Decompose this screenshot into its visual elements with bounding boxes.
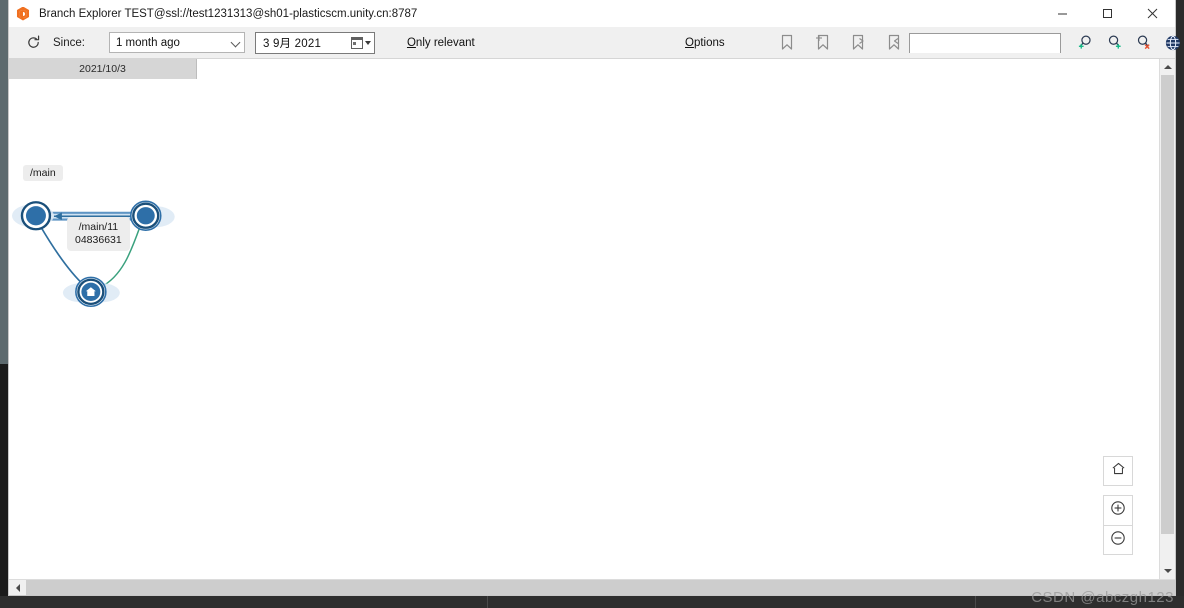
zoom-out-button[interactable] (1103, 525, 1133, 555)
branch-name-label[interactable]: /main (23, 165, 63, 181)
branch-graph-canvas[interactable]: 2021/10/3 /main /main/11 04836631 (9, 59, 1159, 579)
only-relevant-mnemonic: O (406, 36, 416, 49)
since-date-value: 3 9月 2021 (262, 37, 322, 50)
search-input[interactable] (910, 34, 1060, 53)
desktop-divider-1 (487, 596, 488, 608)
desktop-divider-2 (975, 596, 976, 608)
zoom-in-button[interactable] (1103, 495, 1133, 525)
globe-icon[interactable] (1161, 30, 1184, 56)
zoom-controls (1103, 456, 1133, 555)
zoom-reset-home-button[interactable] (1103, 456, 1133, 486)
minus-circle-icon (1110, 530, 1126, 551)
since-range-value: 1 month ago (115, 36, 180, 49)
only-relevant-rest: nly relevant (415, 36, 475, 49)
scroll-down-button[interactable] (1160, 563, 1175, 579)
bookmark-next-icon[interactable] (841, 30, 877, 56)
date-dropdown-caret-icon[interactable] (364, 40, 371, 45)
screen: Branch Explorer TEST@ssl://test1231313@s… (0, 0, 1184, 608)
bookmark-add-icon[interactable] (805, 30, 841, 56)
window-controls (1040, 0, 1175, 27)
changeset-node-right (129, 200, 162, 231)
branch-explorer-window: Branch Explorer TEST@ssl://test1231313@s… (8, 0, 1181, 596)
options-button[interactable]: Options (685, 37, 725, 49)
chevron-up-icon (1163, 65, 1172, 69)
horizontal-scrollbar[interactable] (9, 579, 1175, 595)
changeset-node-left (20, 201, 52, 231)
chevron-left-icon (15, 583, 20, 592)
vertical-scroll-track[interactable] (1160, 75, 1175, 563)
workspace-node-bottom (75, 276, 107, 308)
zoom-in-search-icon[interactable] (1071, 30, 1100, 56)
bookmark-prev-icon[interactable] (877, 30, 913, 56)
search-input-wrapper[interactable] (909, 32, 1061, 53)
bookmark-button-group (769, 30, 913, 56)
search-action-group (1071, 30, 1158, 56)
home-icon (1111, 461, 1126, 481)
window-title: Branch Explorer TEST@ssl://test1231313@s… (39, 7, 418, 20)
minimize-button[interactable] (1040, 0, 1085, 27)
desktop-bottom-strip (0, 596, 1184, 608)
bookmark-icon[interactable] (769, 30, 805, 56)
title-bar: Branch Explorer TEST@ssl://test1231313@s… (9, 0, 1175, 27)
date-header-filler (197, 59, 1159, 79)
scroll-left-button[interactable] (9, 580, 26, 595)
only-relevant-checkbox-label[interactable]: Only relevant (407, 37, 475, 49)
scroll-up-button[interactable] (1160, 59, 1175, 75)
toolbar: Since: 1 month ago 3 9月 2021 Only releva… (9, 27, 1181, 59)
plus-circle-icon (1110, 500, 1126, 521)
options-mnemonic: O (685, 36, 694, 49)
maximize-button[interactable] (1085, 0, 1130, 27)
changeset-id-line: 04836631 (75, 234, 122, 246)
since-range-combo[interactable]: 1 month ago (108, 32, 245, 53)
explorer-body: 2021/10/3 /main /main/11 04836631 (9, 59, 1175, 579)
options-rest: ptions (693, 36, 725, 49)
chevron-down-icon (1163, 569, 1172, 573)
desktop-right-strip (1176, 0, 1184, 608)
vertical-scroll-thumb[interactable] (1161, 75, 1174, 534)
chevron-down-icon (231, 38, 240, 47)
plastic-scm-icon (15, 6, 31, 22)
vertical-scrollbar[interactable] (1159, 59, 1175, 579)
desktop-left-dark-strip (0, 364, 8, 608)
clear-search-icon[interactable] (1129, 30, 1158, 56)
changeset-info-label[interactable]: /main/11 04836631 (67, 217, 130, 251)
close-button[interactable] (1130, 0, 1175, 27)
since-label: Since: (53, 36, 85, 49)
date-column-header: 2021/10/3 (9, 59, 197, 79)
refresh-icon[interactable] (19, 31, 47, 55)
calendar-icon[interactable] (350, 36, 363, 49)
zoom-next-search-icon[interactable] (1100, 30, 1129, 56)
changeset-branch-line: /main/11 (78, 221, 119, 233)
since-date-field[interactable]: 3 9月 2021 (254, 31, 375, 54)
branch-graph (11, 200, 175, 308)
